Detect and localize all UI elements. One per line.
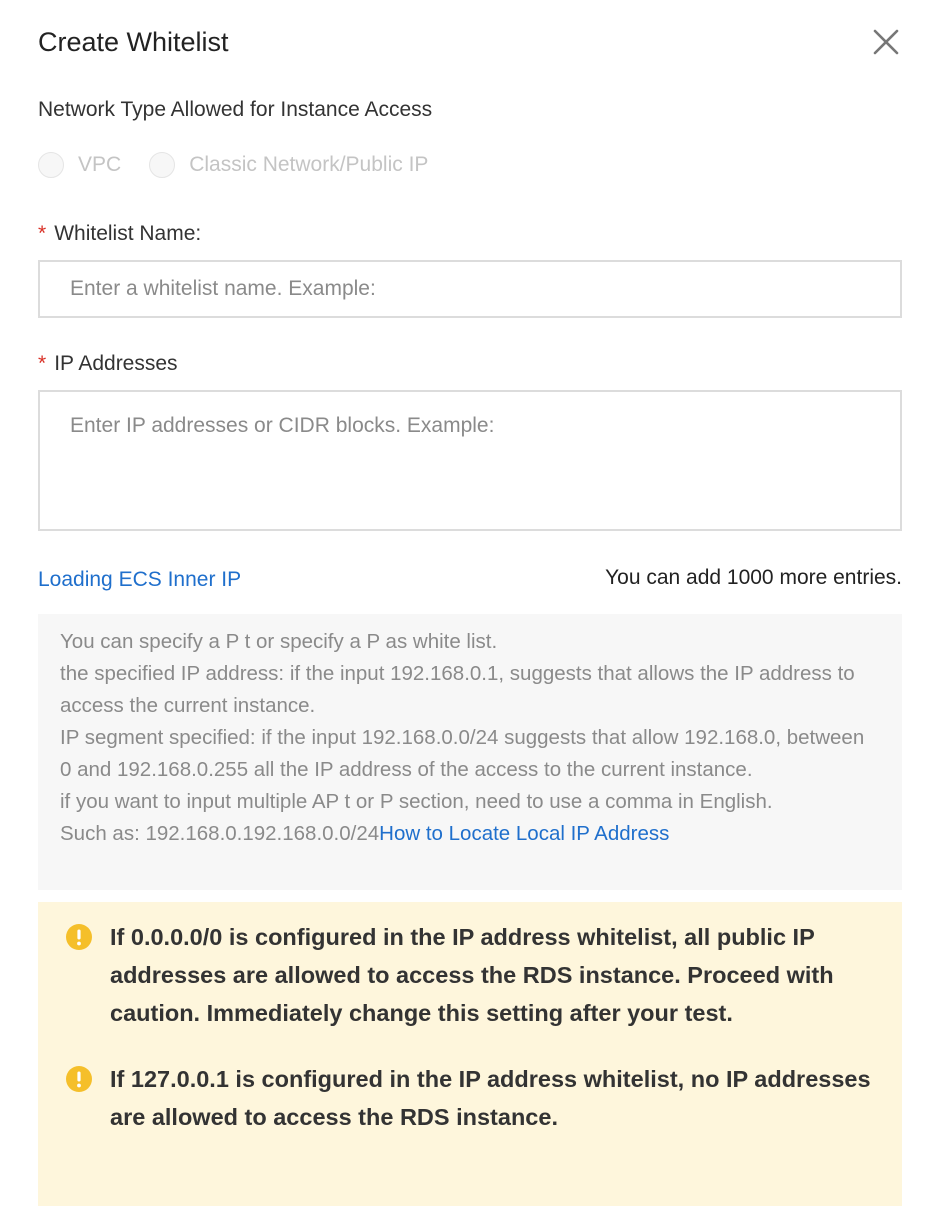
warning-box: If 0.0.0.0/0 is configured in the IP add…: [38, 902, 902, 1206]
radio-classic-network[interactable]: Classic Network/Public IP: [149, 152, 428, 178]
exclamation-circle-icon: [66, 924, 92, 950]
required-mark: *: [38, 352, 47, 375]
entries-remaining-text: You can add 1000 more entries.: [605, 566, 902, 589]
required-mark: *: [38, 222, 47, 245]
radio-label-vpc: VPC: [78, 153, 122, 176]
radio-label-classic-network: Classic Network/Public IP: [189, 153, 429, 176]
radio-circle-vpc[interactable]: [38, 152, 64, 178]
loading-ecs-inner-ip-link[interactable]: Loading ECS Inner IP: [38, 566, 241, 594]
warning-item: If 0.0.0.0/0 is configured in the IP add…: [66, 918, 874, 1032]
close-button[interactable]: [870, 26, 902, 58]
create-whitelist-dialog: Create Whitelist Network Type Allowed fo…: [0, 0, 928, 1206]
radio-vpc[interactable]: VPC: [38, 152, 121, 178]
warning-text-1: If 127.0.0.1 is configured in the IP add…: [110, 1066, 871, 1130]
help-line-3: IP segment specified: if the input 192.1…: [60, 726, 865, 781]
help-line-5: Such as: 192.168.0.192.168.0.0/24How to …: [60, 818, 880, 850]
whitelist-name-label-text: Whitelist Name:: [54, 222, 202, 245]
locate-local-ip-link[interactable]: How to Locate Local IP Address: [379, 822, 669, 845]
help-line-4: if you want to input multiple AP t or P …: [60, 790, 773, 813]
network-type-label: Network Type Allowed for Instance Access: [38, 98, 433, 121]
network-type-radio-group: VPC Classic Network/Public IP: [38, 150, 456, 180]
help-line-2: the specified IP address: if the input 1…: [60, 662, 855, 717]
ip-help-box: You can specify a P t or specify a P as …: [38, 614, 902, 890]
dialog-title: Create Whitelist: [38, 27, 229, 57]
close-icon: [873, 29, 899, 55]
help-line-1: You can specify a P t or specify a P as …: [60, 630, 498, 653]
help-example-text: Such as: 192.168.0.192.168.0.0/24: [60, 822, 380, 845]
ip-addresses-label-text: IP Addresses: [54, 352, 178, 375]
ip-addresses-label: * IP Addresses: [38, 350, 178, 378]
dialog-header: Create Whitelist: [38, 24, 902, 64]
exclamation-circle-icon: [66, 1066, 92, 1092]
ip-addresses-textarea[interactable]: [38, 390, 902, 531]
whitelist-name-label: * Whitelist Name:: [38, 220, 201, 248]
warning-item: If 127.0.0.1 is configured in the IP add…: [66, 1060, 874, 1136]
warning-text-0: If 0.0.0.0/0 is configured in the IP add…: [110, 924, 834, 1026]
radio-circle-classic-network[interactable]: [149, 152, 176, 178]
whitelist-name-input[interactable]: [38, 260, 902, 318]
